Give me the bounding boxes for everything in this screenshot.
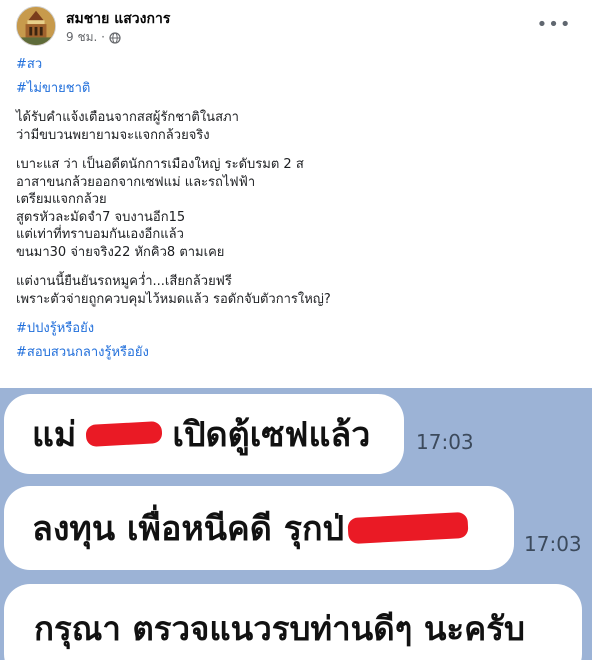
author-avatar[interactable] — [16, 6, 56, 46]
post-line: แต่งานนี้ยืนยันรถหมูคว่ำ...เสียกล้วยฟรี — [16, 274, 232, 289]
message-timestamp: 17:03 — [416, 430, 474, 454]
post-line: อาสาขนกล้วยออกจากเซฟแม่ และรถไฟฟ้า — [16, 174, 256, 190]
post-paragraph: เบาะแส ว่า เป็นอดีตนักการเมืองใหญ่ ระดับ… — [16, 156, 576, 261]
author-name[interactable]: สมชาย แสวงการ — [66, 8, 170, 30]
chat-screenshot: แม่ เปิดตู้เซฟแล้ว 17:03 ลงทุน เพื่อหนีค… — [0, 388, 592, 660]
post-line: ว่ามีขบวนพยายามจะแจกกล้วยจริง — [16, 127, 210, 143]
chat-message-bubble: แม่ เปิดตู้เซฟแล้ว — [4, 394, 404, 474]
post-line: แต่เท่าที่ทราบอมกันเองอีกแล้ว — [16, 227, 184, 242]
redaction-mark — [85, 421, 163, 447]
post-header: สมชาย แสวงการ 9 ชม. · ••• — [16, 6, 576, 46]
hashtag-link[interactable]: #สอบสวนกลางรู้หรือยัง — [16, 344, 576, 362]
post-time[interactable]: 9 ชม. · — [66, 28, 105, 47]
chat-message-bubble: ลงทุน เพื่อหนีคดี รุกป่ — [4, 486, 514, 570]
post-line: ขนมา30 จ่ายจริง22 หักคิว8 ตามเคย — [16, 244, 225, 260]
chat-message-text: กรุณา ตรวจแนวรบท่านดีๆ นะครับ — [34, 609, 525, 648]
message-timestamp: 17:03 — [524, 532, 582, 556]
post-line: สูตรหัวละมัดจำ7 จบงานอีก15 — [16, 209, 186, 225]
chat-message-text: ลงทุน เพื่อหนีคดี รุกป่ — [32, 509, 345, 549]
chat-message-text: เปิดตู้เซฟแล้ว — [172, 415, 371, 455]
chat-message-bubble: กรุณา ตรวจแนวรบท่านดีๆ นะครับ — [4, 584, 582, 660]
more-options-icon[interactable]: ••• — [537, 12, 571, 36]
hashtag-link[interactable]: #สว — [16, 56, 576, 74]
post-line: ได้รับคำแจ้งเตือนจากสสผู้รักชาติในสภา — [16, 110, 239, 125]
post-body: #สว #ไม่ขายชาติ ได้รับคำแจ้งเตือนจากสสผู… — [16, 56, 576, 361]
facebook-post: สมชาย แสวงการ 9 ชม. · ••• #สว #ไม่ขายชาต… — [0, 0, 592, 388]
hashtag-link[interactable]: #ไม่ขายชาติ — [16, 80, 576, 98]
temple-emblem-icon — [17, 7, 55, 45]
globe-icon[interactable] — [109, 31, 121, 44]
post-line: เตรียมแจกกล้วย — [16, 192, 107, 207]
post-paragraph: ได้รับคำแจ้งเตือนจากสสผู้รักชาติในสภา ว่… — [16, 109, 576, 144]
hashtag-link[interactable]: #ปปงรู้หรือยัง — [16, 320, 576, 338]
post-line: เพราะตัวจ่ายถูกควบคุมไว้หมดแล้ว รอดักจับ… — [16, 291, 331, 307]
post-paragraph: แต่งานนี้ยืนยันรถหมูคว่ำ...เสียกล้วยฟรี … — [16, 273, 576, 308]
post-line: เบาะแส ว่า เป็นอดีตนักการเมืองใหญ่ ระดับ… — [16, 157, 304, 172]
post-meta: 9 ชม. · — [66, 28, 121, 47]
chat-message-text: แม่ — [32, 415, 77, 455]
redaction-mark — [347, 511, 469, 545]
